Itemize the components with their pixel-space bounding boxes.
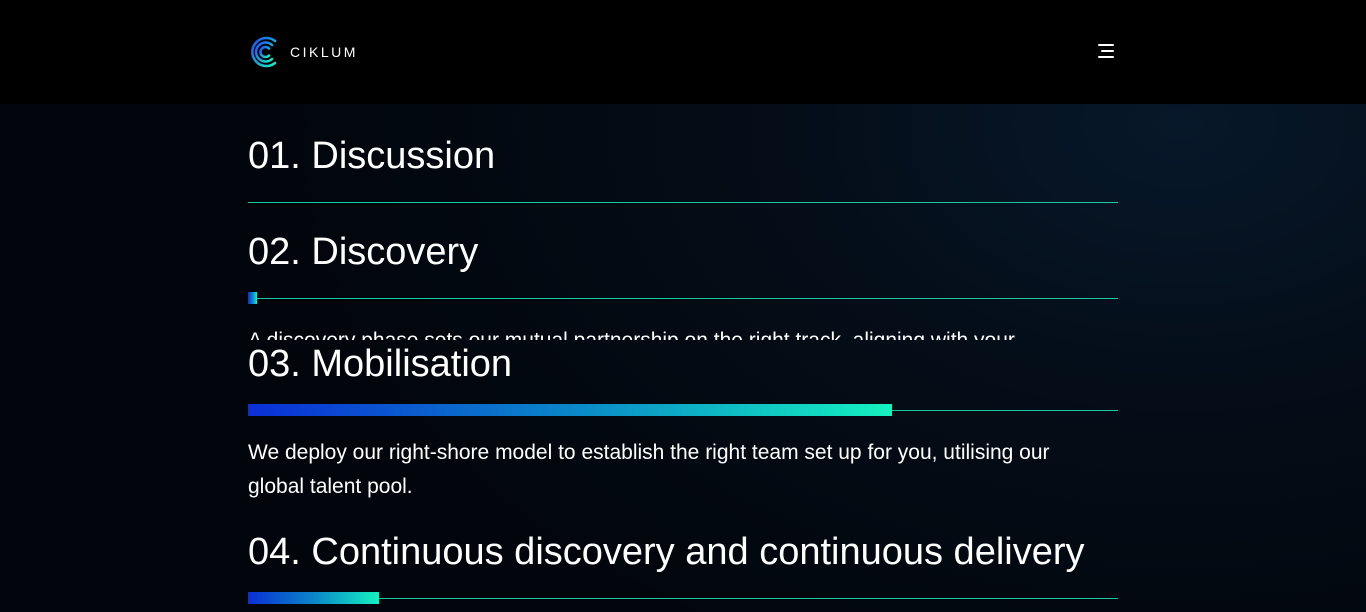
brand-name: CIKLUM bbox=[290, 44, 358, 60]
hamburger-menu-icon[interactable] bbox=[1094, 44, 1114, 60]
step-title-continuous-delivery[interactable]: 04. Continuous discovery and continuous … bbox=[248, 529, 1085, 575]
progress-fill bbox=[248, 404, 892, 416]
progress-fill bbox=[248, 292, 257, 304]
step-title-discussion[interactable]: 01. Discussion bbox=[248, 133, 495, 179]
step-progress-discovery bbox=[248, 292, 1118, 304]
step-progress-mobilisation bbox=[248, 404, 1118, 416]
discovery-description-clip: A discovery phase sets our mutual partne… bbox=[248, 324, 1118, 340]
step-description-mobilisation: We deploy our right-shore model to estab… bbox=[248, 441, 1050, 498]
step-progress-discussion bbox=[248, 202, 1118, 203]
step-title-mobilisation[interactable]: 03. Mobilisation bbox=[248, 341, 512, 387]
ciklum-logo[interactable]: CIKLUM bbox=[248, 34, 358, 70]
process-steps: 01. Discussion 02. Discovery A discovery… bbox=[0, 104, 1366, 612]
step-progress-continuous-delivery bbox=[248, 592, 1118, 604]
site-header: CIKLUM bbox=[0, 0, 1366, 104]
progress-fill bbox=[248, 592, 379, 604]
ciklum-logo-icon bbox=[248, 34, 280, 70]
step-title-discovery[interactable]: 02. Discovery bbox=[248, 229, 478, 275]
step-description-discovery: A discovery phase sets our mutual partne… bbox=[248, 324, 1108, 340]
